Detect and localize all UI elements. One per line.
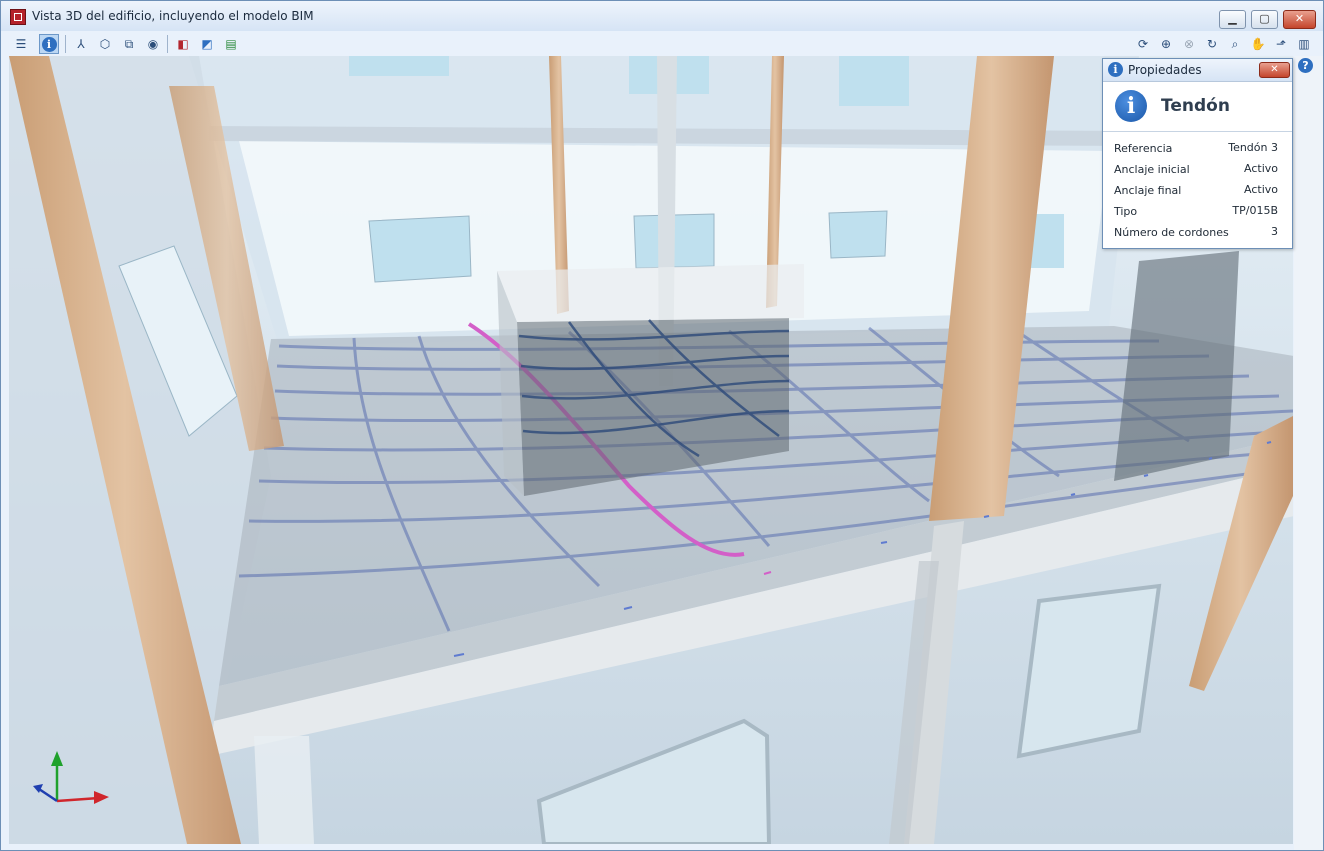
app-icon	[10, 9, 26, 25]
property-row: Anclaje inicial Activo	[1114, 159, 1278, 179]
info-icon[interactable]: i	[39, 34, 59, 54]
cube-view-icon[interactable]: ⬡	[95, 34, 115, 54]
window-pane	[839, 56, 909, 106]
visibility-icon[interactable]: ◉	[143, 34, 163, 54]
window-pane	[368, 215, 472, 283]
zoom-all-icon[interactable]: ⊗	[1179, 34, 1199, 54]
property-value: TP/015B	[1232, 204, 1278, 217]
right-side-strip: ?	[1294, 56, 1323, 850]
section-green-icon[interactable]: ▤	[221, 34, 241, 54]
window-title: Vista 3D del edificio, incluyendo el mod…	[32, 9, 314, 23]
help-icon[interactable]: ?	[1298, 58, 1313, 73]
axes-icon[interactable]: ⅄	[71, 34, 91, 54]
properties-panel: i Propiedades ✕ i Tendón Referencia Tend…	[1102, 58, 1293, 249]
layers-icon[interactable]: ☰	[11, 34, 31, 54]
zoom-window-icon[interactable]: ⊕	[1156, 34, 1176, 54]
wall-lower	[254, 736, 314, 844]
properties-close-button[interactable]: ✕	[1259, 62, 1290, 78]
property-row: Número de cordones 3	[1114, 222, 1278, 242]
app-window: Vista 3D del edificio, incluyendo el mod…	[0, 0, 1324, 851]
orbit-icon[interactable]: ⟳	[1133, 34, 1153, 54]
properties-title-bar[interactable]: i Propiedades ✕	[1103, 59, 1292, 82]
property-value: 3	[1271, 225, 1278, 238]
property-key: Referencia	[1114, 142, 1173, 155]
element-type-heading: Tendón	[1161, 96, 1230, 116]
property-key: Tipo	[1114, 205, 1138, 218]
building-3d-view[interactable]	[9, 56, 1293, 844]
property-row: Referencia Tendón 3	[1114, 138, 1278, 158]
info-icon: i	[1108, 62, 1123, 77]
property-key: Anclaje inicial	[1114, 163, 1190, 176]
element-info-icon: i	[1115, 90, 1147, 122]
property-key: Anclaje final	[1114, 184, 1182, 197]
book-icon[interactable]: ▥	[1294, 34, 1314, 54]
section-red-icon[interactable]: ◧	[173, 34, 193, 54]
core-wall-top	[497, 264, 804, 322]
minimize-icon: ▁	[1228, 12, 1237, 25]
title-bar[interactable]: Vista 3D del edificio, incluyendo el mod…	[1, 1, 1323, 31]
close-icon: ✕	[1270, 64, 1279, 75]
section-blue-icon[interactable]: ◩	[197, 34, 217, 54]
property-row: Anclaje final Activo	[1114, 180, 1278, 200]
window-pane	[349, 56, 449, 76]
divider	[1103, 131, 1292, 132]
maximize-icon: ▢	[1259, 12, 1270, 25]
property-row: Tipo TP/015B	[1114, 201, 1278, 221]
property-value: Activo	[1244, 183, 1278, 196]
properties-title: Propiedades	[1128, 63, 1202, 77]
property-key: Número de cordones	[1114, 226, 1229, 239]
toolbar-separator	[167, 35, 168, 53]
refresh-icon[interactable]: ↻	[1202, 34, 1222, 54]
minimize-button[interactable]: ▁	[1219, 10, 1246, 29]
views-icon[interactable]: ⧉	[119, 34, 139, 54]
property-value: Activo	[1244, 162, 1278, 175]
close-icon: ✕	[1294, 12, 1305, 25]
3d-viewport[interactable]	[9, 56, 1293, 844]
toolbar: ☰ i ⅄ ⬡ ⧉ ◉ ◧ ◩ ▤ ⟳ ⊕ ⊗ ↻ ⌕ ✋ ⬏ ▥	[1, 31, 1323, 56]
property-value: Tendón 3	[1228, 141, 1278, 154]
export-icon[interactable]: ⬏	[1271, 34, 1291, 54]
close-button[interactable]: ✕	[1283, 10, 1316, 29]
window-frame-lower	[1016, 583, 1162, 759]
pan-hand-icon[interactable]: ✋	[1248, 34, 1268, 54]
maximize-button[interactable]: ▢	[1251, 10, 1278, 29]
zoom-icon[interactable]: ⌕	[1225, 34, 1245, 54]
window-pane	[828, 210, 888, 259]
toolbar-separator	[65, 35, 66, 53]
